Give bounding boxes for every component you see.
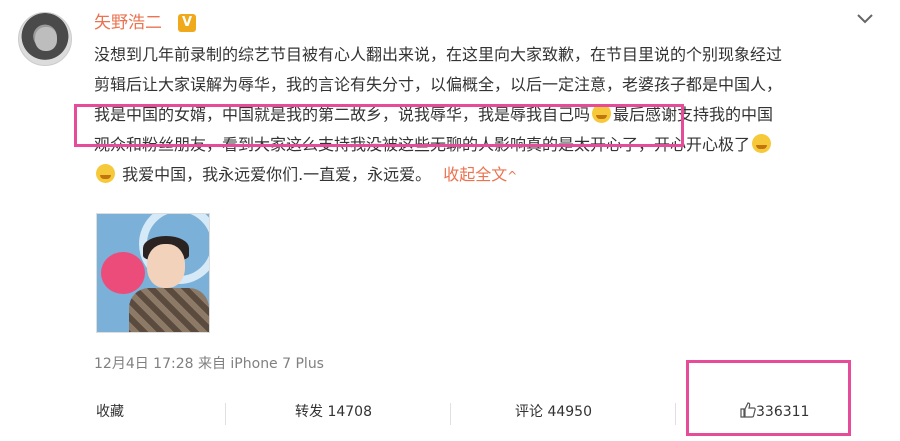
collapse-arrow-icon: ^ xyxy=(507,169,518,183)
verified-icon: V xyxy=(178,14,196,32)
username[interactable]: 矢野浩二 xyxy=(94,12,162,34)
laugh-emoji-icon xyxy=(96,164,115,183)
laugh-emoji-icon xyxy=(752,134,772,153)
divider xyxy=(225,403,226,425)
post-line: 没想到几年前录制的综艺节目被有心人翻出来说，在这里向大家致歉，在节目里说的个别现… xyxy=(94,45,783,64)
favorite-button[interactable]: 收藏 xyxy=(96,401,124,423)
post-line-text: 我爱中国，我永远爱你们.一直爱，永远爱。 xyxy=(122,165,432,184)
post-line: 剪辑后让大家误解为辱华，我的言论有失分寸，以偏概全，以后一定注意，老婆孩子都是中… xyxy=(94,75,783,94)
post-meta: 12月4日 17:28 来自 iPhone 7 Plus xyxy=(94,356,324,372)
avatar[interactable] xyxy=(18,12,72,66)
highlight-box xyxy=(74,104,684,147)
divider xyxy=(450,403,451,425)
weibo-post-card: 矢野浩二 V 没想到几年前录制的综艺节目被有心人翻出来说，在这里向大家致歉，在节… xyxy=(0,0,900,441)
repost-button[interactable]: 转发 14708 xyxy=(295,401,372,423)
avatar-face xyxy=(35,27,57,51)
collapse-link[interactable]: 收起全文^ xyxy=(443,165,517,184)
like-highlight-box xyxy=(686,360,851,436)
divider xyxy=(675,403,676,425)
image-heart xyxy=(101,252,145,294)
post-image[interactable] xyxy=(96,213,210,333)
image-body xyxy=(129,288,209,332)
post-line: 我爱中国，我永远爱你们.一直爱，永远爱。 收起全文^ xyxy=(94,160,874,190)
image-face xyxy=(147,244,185,288)
comment-button[interactable]: 评论 44950 xyxy=(515,401,592,423)
chevron-down-icon[interactable] xyxy=(856,12,874,26)
collapse-label: 收起全文 xyxy=(443,165,508,184)
